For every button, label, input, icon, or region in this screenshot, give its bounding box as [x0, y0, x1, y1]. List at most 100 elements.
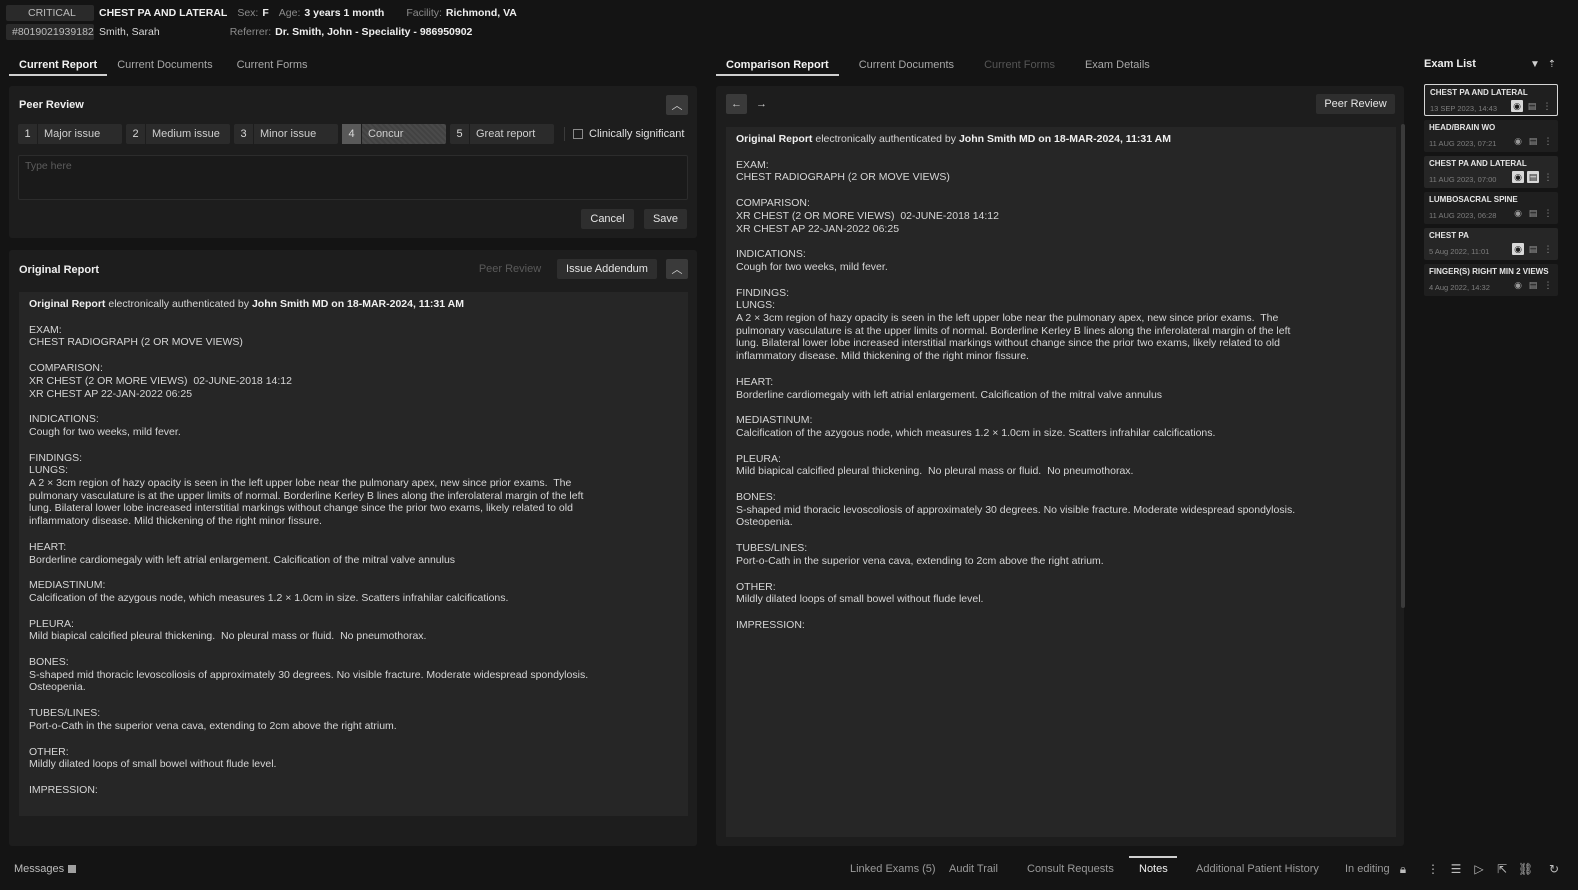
patient-name: Smith, Sarah: [99, 26, 160, 38]
upload-icon[interactable]: ⇡: [1545, 57, 1559, 71]
share-icon[interactable]: ⇱: [1495, 862, 1509, 876]
eye-icon[interactable]: ◉: [1512, 135, 1524, 147]
tab-current-forms[interactable]: Current Forms: [227, 56, 318, 76]
checklist-icon[interactable]: ☰: [1449, 862, 1463, 876]
referrer-value: Dr. Smith, John - Speciality - 986950902: [275, 26, 473, 38]
tab-comparison-current-documents[interactable]: Current Documents: [849, 56, 964, 76]
collapse-original-report-button[interactable]: ︿: [666, 259, 688, 279]
rating-option-4[interactable]: 4 Concur: [342, 124, 446, 144]
rating-option-3[interactable]: 3 Minor issue: [234, 124, 338, 144]
chevron-up-icon: ︿: [671, 264, 683, 276]
report-section: INDICATIONS: Cough for two weeks, mild f…: [736, 248, 888, 273]
tab-consult-requests[interactable]: Consult Requests: [1027, 863, 1114, 875]
filter-icon[interactable]: ▼: [1528, 57, 1542, 71]
rating-option-2[interactable]: 2 Medium issue: [126, 124, 230, 144]
lock-icon: 🔒︎: [1399, 862, 1407, 876]
next-report-button[interactable]: →: [751, 94, 772, 114]
document-icon[interactable]: ▤: [1526, 100, 1538, 112]
peer-review-title: Peer Review: [19, 99, 84, 111]
document-icon[interactable]: ▤: [1527, 135, 1539, 147]
eye-icon[interactable]: ◉: [1512, 243, 1524, 255]
more-icon[interactable]: ⋮: [1541, 100, 1553, 112]
report-section: EXAM: CHEST RADIOGRAPH (2 OR MOVE VIEWS): [736, 158, 950, 184]
play-icon[interactable]: ▷: [1472, 862, 1486, 876]
more-icon[interactable]: ⋮: [1426, 862, 1440, 876]
eye-icon[interactable]: ◉: [1511, 100, 1523, 112]
age-label: Age:: [278, 7, 301, 19]
exam-list-item[interactable]: CHEST PA AND LATERAL 11 AUG 2023, 07:00 ◉ ▤…: [1424, 156, 1558, 188]
exam-date: 11 AUG 2023, 06:28: [1429, 211, 1497, 220]
more-icon[interactable]: ⋮: [1542, 171, 1554, 183]
document-icon[interactable]: ▤: [1527, 243, 1539, 255]
report-authentication-line: Original Report electronically authentic…: [736, 133, 1171, 145]
more-icon[interactable]: ⋮: [1542, 135, 1554, 147]
eye-icon[interactable]: ◉: [1512, 171, 1524, 183]
tab-notes[interactable]: Notes: [1139, 863, 1168, 875]
cancel-button[interactable]: Cancel: [581, 209, 634, 229]
exam-name: FINGER(S) RIGHT MIN 2 VIEWS: [1429, 267, 1549, 276]
accession-number[interactable]: #8019021939182: [6, 24, 94, 40]
collapse-peer-review-button[interactable]: ︿: [666, 95, 688, 115]
report-section: HEART: Borderline cardiomegaly with left…: [29, 540, 456, 566]
exam-date: 11 AUG 2023, 07:00: [1429, 175, 1497, 184]
exam-date: 5 Aug 2022, 11:01: [1429, 247, 1490, 256]
exam-title: CHEST PA AND LATERAL: [99, 7, 228, 19]
report-section: MEDIASTINUM: Calcification of the azygou…: [736, 414, 1216, 439]
eye-icon[interactable]: ◉: [1512, 207, 1524, 219]
tab-audit-trail[interactable]: Audit Trail: [949, 863, 998, 875]
exam-list-item[interactable]: FINGER(S) RIGHT MIN 2 VIEWS 4 Aug 2022, 1…: [1424, 264, 1558, 296]
comparison-peer-review-button[interactable]: Peer Review: [1316, 94, 1395, 114]
more-icon[interactable]: ⋮: [1542, 279, 1554, 291]
tab-additional-patient-history[interactable]: Additional Patient History: [1196, 863, 1319, 875]
link-icon[interactable]: ⛓︎: [1518, 862, 1533, 876]
original-report-body: Original Report electronically authentic…: [19, 292, 688, 816]
exam-list-item[interactable]: HEAD/BRAIN WO 11 AUG 2023, 07:21 ◉ ▤ ⋮: [1424, 120, 1558, 152]
tab-comparison-report[interactable]: Comparison Report: [716, 56, 839, 76]
sex-value: F: [262, 7, 269, 19]
arrow-right-icon: →: [756, 98, 767, 110]
divider: [564, 127, 565, 141]
peer-review-comment-input[interactable]: Type here: [18, 155, 688, 200]
sync-icon[interactable]: ↻: [1547, 862, 1561, 876]
tab-exam-details[interactable]: Exam Details: [1075, 56, 1160, 76]
document-icon[interactable]: ▤: [1527, 279, 1539, 291]
rating-option-5[interactable]: 5 Great report: [450, 124, 554, 144]
exam-name: CHEST PA AND LATERAL: [1429, 159, 1527, 168]
document-icon[interactable]: ▤: [1527, 207, 1539, 219]
eye-icon[interactable]: ◉: [1512, 279, 1524, 291]
exam-list-item[interactable]: LUMBOSACRAL SPINE 11 AUG 2023, 06:28 ◉ ▤ ⋮: [1424, 192, 1558, 224]
arrow-left-icon: ←: [731, 98, 742, 110]
rating-option-1[interactable]: 1 Major issue: [18, 124, 122, 144]
clinically-significant-checkbox[interactable]: [573, 129, 583, 139]
facility-label: Facility:: [406, 7, 442, 19]
tab-current-report[interactable]: Current Report: [9, 56, 108, 76]
previous-report-button[interactable]: ←: [726, 94, 747, 114]
bottom-bar: Messages Linked Exams (5) Audit Trail Co…: [0, 856, 1578, 882]
peer-review-button-disabled[interactable]: Peer Review: [474, 259, 546, 279]
exam-list-item[interactable]: CHEST PA AND LATERAL 13 SEP 2023, 14:43 ◉ ▤…: [1424, 84, 1558, 116]
report-section: PLEURA: Mild biapical calcified pleural …: [29, 617, 427, 643]
report-section: EXAM: CHEST RADIOGRAPH (2 OR MOVE VIEWS): [29, 323, 243, 349]
issue-addendum-button[interactable]: Issue Addendum: [557, 259, 657, 279]
referrer-label: Referrer:: [229, 26, 272, 38]
active-tab-indicator: [1129, 856, 1177, 858]
priority-badge: CRITICAL: [6, 5, 94, 21]
messages-button[interactable]: Messages: [14, 863, 77, 875]
in-editing-status: In editing: [1345, 863, 1390, 875]
exam-name: HEAD/BRAIN WO: [1429, 123, 1496, 132]
comparison-scrollbar[interactable]: [1401, 124, 1405, 608]
report-section: PLEURA: Mild biapical calcified pleural …: [736, 452, 1134, 478]
report-section: FINDINGS: LUNGS: A 2 × 3cm region of haz…: [736, 286, 1291, 363]
exam-list-item[interactable]: CHEST PA 5 Aug 2022, 11:01 ◉ ▤ ⋮: [1424, 228, 1558, 260]
more-icon[interactable]: ⋮: [1542, 207, 1554, 219]
save-button[interactable]: Save: [644, 209, 687, 229]
report-section: INDICATIONS: Cough for two weeks, mild f…: [29, 413, 181, 438]
exam-name: CHEST PA: [1429, 231, 1469, 240]
more-icon[interactable]: ⋮: [1542, 243, 1554, 255]
tab-current-documents[interactable]: Current Documents: [107, 56, 222, 76]
report-section: IMPRESSION:: [736, 618, 805, 631]
document-icon[interactable]: ▤: [1527, 171, 1539, 183]
tab-linked-exams[interactable]: Linked Exams (5): [850, 863, 936, 875]
age-value: 3 years 1 month: [304, 7, 385, 19]
report-section: HEART: Borderline cardiomegaly with left…: [736, 375, 1163, 401]
